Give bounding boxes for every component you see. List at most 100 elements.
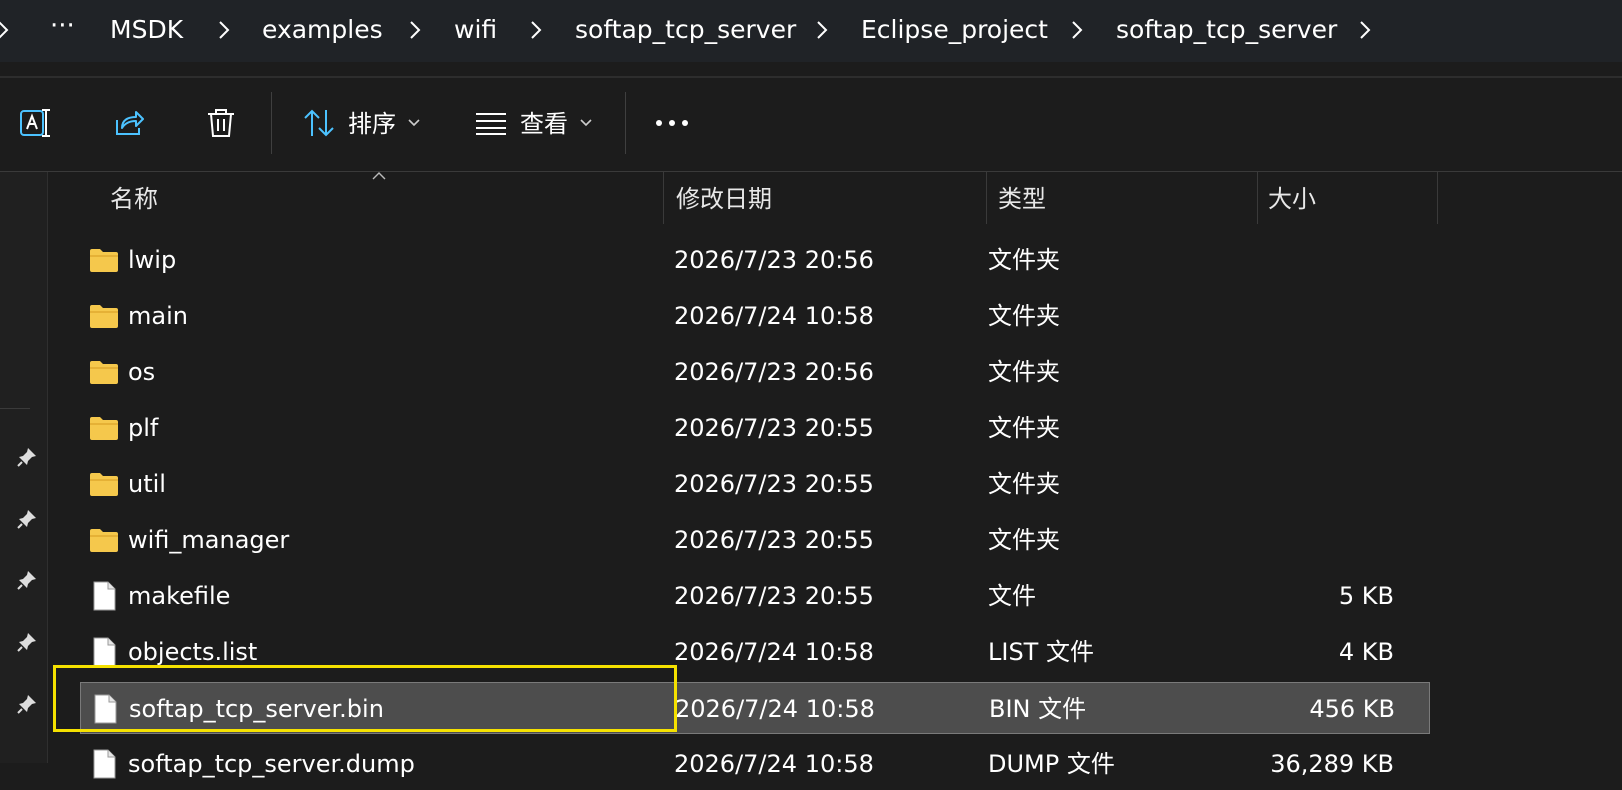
column-resize-handle[interactable] (1257, 172, 1258, 224)
breadcrumb-softap-tcp-server-current[interactable]: softap_tcp_server (1116, 10, 1337, 50)
chevron-right-icon[interactable] (815, 20, 829, 40)
file-name: plf (128, 414, 159, 442)
file-icon (93, 581, 116, 611)
more-crumbs-button[interactable]: ··· (50, 6, 75, 46)
file-type: LIST 文件 (988, 638, 1094, 666)
file-name: main (128, 302, 188, 330)
table-row[interactable]: lwip 2026/7/23 20:56 文件夹 (80, 234, 1430, 286)
more-icon[interactable] (654, 118, 690, 128)
column-header-size[interactable]: 大小 (1268, 182, 1316, 216)
column-resize-handle[interactable] (986, 172, 987, 224)
share-icon[interactable] (112, 106, 146, 140)
folder-icon (90, 361, 118, 384)
file-icon (93, 637, 116, 667)
file-modified-date: 2026/7/24 10:58 (674, 302, 874, 330)
toolbar-separator (271, 92, 272, 154)
file-type: 文件夹 (988, 246, 1060, 274)
file-size: 36,289 KB (1270, 750, 1394, 778)
file-size (1254, 290, 1394, 342)
breadcrumb-softap-tcp-server[interactable]: softap_tcp_server (575, 10, 796, 50)
pin-icon[interactable] (16, 446, 38, 468)
breadcrumb-msdk[interactable]: MSDK (110, 10, 183, 50)
navigation-pane-border[interactable] (47, 172, 48, 763)
sort-icon (304, 109, 334, 137)
table-row[interactable]: os 2026/7/23 20:56 文件夹 (80, 346, 1430, 398)
file-modified-date: 2026/7/23 20:55 (674, 414, 874, 442)
chevron-down-icon (580, 119, 592, 127)
file-type: 文件夹 (988, 414, 1060, 442)
command-bar: 排序 查看 (0, 78, 1622, 172)
table-row[interactable]: makefile 2026/7/23 20:55 文件 5 KB (80, 570, 1430, 622)
file-modified-date: 2026/7/23 20:56 (674, 246, 874, 274)
file-size (1254, 346, 1394, 398)
file-name: makefile (128, 582, 231, 610)
file-size (1254, 514, 1394, 566)
folder-icon (90, 249, 118, 272)
file-name: softap_tcp_server.dump (128, 750, 415, 778)
column-resize-handle[interactable] (663, 172, 664, 224)
folder-icon (90, 417, 118, 440)
chevron-right-icon[interactable] (1358, 20, 1372, 40)
file-name: lwip (128, 246, 177, 274)
file-modified-date: 2026/7/23 20:55 (674, 582, 874, 610)
file-type: 文件夹 (988, 526, 1060, 554)
pin-icon[interactable] (16, 569, 38, 591)
chevron-down-icon (408, 119, 420, 127)
table-row[interactable]: main 2026/7/24 10:58 文件夹 (80, 290, 1430, 342)
folder-icon (90, 305, 118, 328)
chevron-right-icon[interactable] (0, 20, 10, 40)
breadcrumb-eclipse-project[interactable]: Eclipse_project (861, 10, 1048, 50)
chevron-right-icon[interactable] (529, 20, 543, 40)
view-icon (476, 113, 506, 135)
sort-label: 排序 (348, 110, 396, 138)
file-name: softap_tcp_server.bin (129, 695, 384, 723)
file-modified-date: 2026/7/24 10:58 (674, 638, 874, 666)
file-modified-date: 2026/7/23 20:55 (674, 470, 874, 498)
divider (0, 408, 30, 409)
table-row[interactable]: wifi_manager 2026/7/23 20:55 文件夹 (80, 514, 1430, 566)
pin-icon[interactable] (16, 693, 38, 715)
file-name: os (128, 358, 156, 386)
table-row[interactable]: util 2026/7/23 20:55 文件夹 (80, 458, 1430, 510)
table-row[interactable]: softap_tcp_server.bin 2026/7/24 10:58 BIN … (80, 682, 1430, 734)
column-resize-handle[interactable] (1437, 172, 1438, 224)
file-name: objects.list (128, 638, 258, 666)
table-row[interactable]: objects.list 2026/7/24 10:58 LIST 文件 4 KB (80, 626, 1430, 678)
column-header-type[interactable]: 类型 (998, 182, 1046, 216)
pin-icon[interactable] (16, 631, 38, 653)
table-row[interactable]: softap_tcp_server.dump 2026/7/24 10:58 DUM… (80, 738, 1430, 790)
file-modified-date: 2026/7/24 10:58 (675, 695, 875, 723)
file-icon (94, 694, 117, 724)
file-type: 文件夹 (988, 470, 1060, 498)
table-row[interactable]: plf 2026/7/23 20:55 文件夹 (80, 402, 1430, 454)
file-size (1254, 234, 1394, 286)
file-type: 文件夹 (988, 302, 1060, 330)
view-label: 查看 (520, 110, 568, 138)
pin-icon[interactable] (16, 508, 38, 530)
column-header-name[interactable]: 名称 (110, 182, 158, 216)
column-header-modified[interactable]: 修改日期 (676, 182, 772, 216)
file-type: BIN 文件 (989, 695, 1087, 723)
file-type: DUMP 文件 (988, 750, 1115, 778)
breadcrumb-examples[interactable]: examples (262, 10, 383, 50)
address-bar[interactable]: ··· MSDK examples wifi softap_tcp_server… (0, 0, 1622, 62)
rename-icon[interactable] (18, 106, 52, 140)
delete-icon[interactable] (204, 106, 238, 140)
divider (0, 171, 1622, 172)
folder-icon (90, 473, 118, 496)
chevron-right-icon[interactable] (408, 20, 422, 40)
chevron-right-icon[interactable] (217, 20, 231, 40)
file-size (1254, 402, 1394, 454)
breadcrumb-wifi[interactable]: wifi (454, 10, 497, 50)
file-type: 文件夹 (988, 358, 1060, 386)
file-size: 456 KB (1309, 695, 1395, 723)
chevron-right-icon[interactable] (1070, 20, 1084, 40)
sort-button[interactable]: 排序 (300, 100, 430, 148)
toolbar-separator (625, 92, 626, 154)
file-size: 5 KB (1338, 582, 1394, 610)
file-modified-date: 2026/7/24 10:58 (674, 750, 874, 778)
file-icon (93, 749, 116, 779)
file-size (1254, 458, 1394, 510)
sort-ascending-indicator-icon (372, 172, 386, 180)
view-button[interactable]: 查看 (472, 100, 602, 148)
